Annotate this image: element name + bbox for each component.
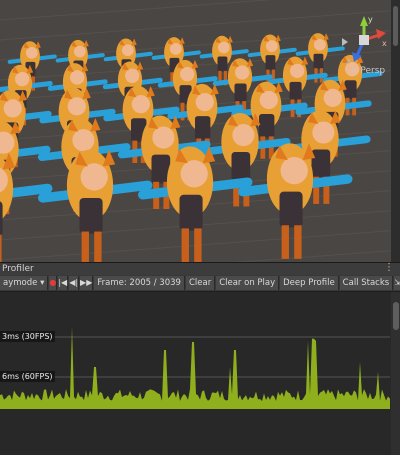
ref-label-30fps: 3ms (30FPS): [0, 331, 55, 342]
character-body: [179, 194, 203, 231]
character-head: [235, 65, 250, 80]
character-head: [73, 45, 86, 58]
profiler-toolbar: aymode ▾ ● |◀ ◀| ▶▶ Frame: 2005 / 3039 C…: [0, 275, 400, 292]
clear-on-play-toggle[interactable]: Clear on Play: [216, 276, 280, 290]
playmode-dropdown[interactable]: aymode ▾: [0, 276, 49, 290]
gizmo-z-label: z: [346, 57, 350, 66]
gizmo-neg-x-cone[interactable]: [342, 38, 348, 46]
record-icon: ●: [49, 278, 57, 287]
prev-frame-icon: ◀|: [69, 278, 79, 287]
character-body: [0, 201, 3, 237]
character-leg: [81, 231, 89, 262]
call-stacks-toggle[interactable]: Call Stacks: [339, 276, 394, 290]
character-head: [259, 90, 278, 110]
chevron-down-icon: ▾: [40, 278, 45, 288]
gizmo-y-label: y: [368, 15, 373, 24]
cpu-usage-graph: [0, 327, 390, 409]
character-head: [125, 68, 140, 83]
character-head: [131, 95, 150, 114]
playmode-label: aymode: [3, 278, 38, 288]
save-button[interactable]: ⇲: [394, 276, 400, 290]
gizmo-y-cone[interactable]: [360, 16, 368, 26]
profiler-tab-bar: Profiler ⋮: [0, 262, 400, 275]
character-head: [80, 163, 108, 191]
next-frame-button[interactable]: ▶▶: [80, 276, 94, 290]
orientation-gizmo[interactable]: y x z: [338, 14, 390, 66]
character-body: [289, 81, 302, 101]
character-head: [15, 71, 30, 87]
character-head: [323, 88, 342, 107]
character-head: [312, 121, 335, 144]
character-body: [313, 53, 324, 70]
character-leg: [294, 225, 302, 259]
profiler-cpu-graph[interactable]: 3ms (30FPS) 6ms (60FPS): [0, 292, 400, 455]
character-head: [180, 67, 195, 82]
character-leg: [281, 225, 289, 259]
prev-frame-button[interactable]: ◀|: [69, 276, 80, 290]
character-head: [290, 63, 305, 78]
character-head: [265, 40, 278, 53]
character-leg: [94, 231, 102, 262]
character-head: [72, 129, 95, 152]
character-head: [70, 70, 85, 85]
clear-button[interactable]: Clear: [185, 276, 216, 290]
character-body: [234, 83, 247, 103]
gizmo-center-cube[interactable]: [359, 35, 369, 45]
character-leg: [194, 228, 202, 262]
graph-scrollbar[interactable]: [391, 292, 400, 455]
character-head: [217, 41, 230, 54]
character-body: [259, 114, 275, 138]
character-head: [121, 44, 134, 57]
character-head: [152, 126, 175, 149]
next-frame-icon: ▶▶: [80, 278, 93, 287]
character-head: [232, 124, 255, 147]
first-frame-icon: |◀: [58, 278, 68, 287]
frame-time-area: [0, 327, 390, 409]
character-head: [25, 47, 38, 59]
save-icon: ⇲: [394, 278, 400, 287]
character-head: [280, 157, 308, 185]
projection-label[interactable]: < Persp: [350, 66, 385, 76]
character-body: [79, 197, 103, 234]
character-body: [217, 56, 228, 72]
character-head: [3, 99, 22, 118]
record-button[interactable]: ●: [49, 276, 58, 290]
character-body: [265, 55, 276, 71]
character-body: [279, 191, 303, 228]
graph-scroll-thumb[interactable]: [393, 302, 399, 330]
character-head: [67, 97, 86, 116]
gizmo-x-label: x: [382, 39, 387, 48]
scene-scrollbar[interactable]: [391, 0, 400, 262]
scene-view[interactable]: y x z < Persp: [0, 0, 400, 262]
frame-counter: Frame: 2005 / 3039: [94, 276, 185, 290]
scene-scroll-thumb[interactable]: [393, 6, 398, 46]
character-head: [169, 43, 182, 55]
character-body: [311, 149, 331, 179]
vertical-ellipsis-icon[interactable]: ⋮: [384, 262, 394, 273]
character-head: [313, 38, 326, 51]
character-leg: [181, 228, 189, 262]
character-leg: [0, 234, 2, 262]
gizmo-x-cone[interactable]: [376, 29, 386, 39]
profiler-tab[interactable]: Profiler: [0, 263, 36, 275]
ref-label-60fps: 6ms (60FPS): [0, 371, 55, 382]
first-frame-button[interactable]: |◀: [58, 276, 69, 290]
character-head: [180, 160, 208, 188]
deep-profile-toggle[interactable]: Deep Profile: [280, 276, 339, 290]
character-head: [195, 93, 214, 112]
character-body: [195, 116, 211, 140]
character-body: [231, 152, 251, 181]
